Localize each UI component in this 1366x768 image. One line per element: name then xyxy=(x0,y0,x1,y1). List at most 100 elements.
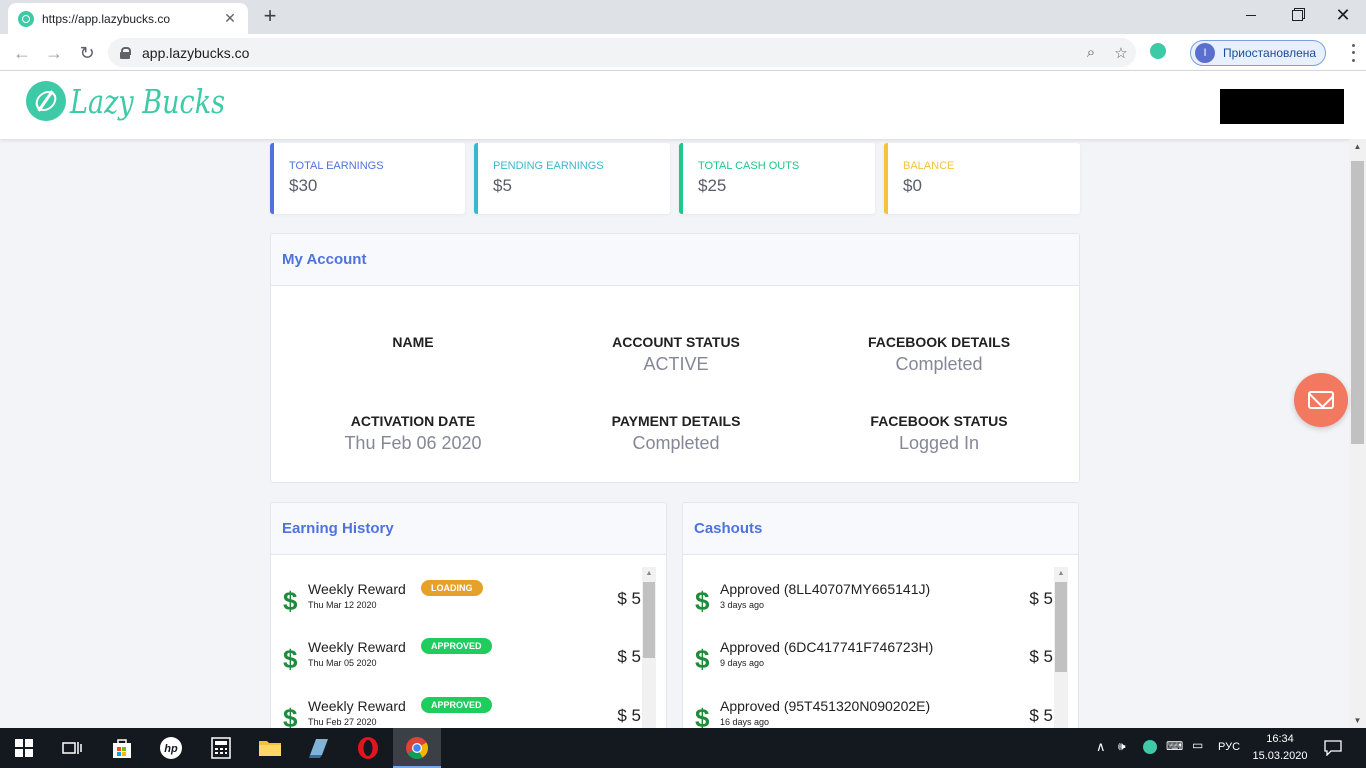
close-window-button[interactable]: ✕ xyxy=(1320,0,1366,30)
stat-value: $25 xyxy=(698,176,727,195)
item-amount: $ 5 xyxy=(1029,589,1053,608)
item-amount: $ 5 xyxy=(1029,706,1053,725)
item-date: Thu Mar 05 2020 xyxy=(308,658,377,668)
site-logo[interactable]: Lazy Bucks xyxy=(26,81,259,121)
stat-value: $0 xyxy=(903,176,922,195)
earning-history-list[interactable]: $ Weekly Reward LOADING Thu Mar 12 2020 … xyxy=(271,555,666,737)
field-value: Completed xyxy=(895,354,983,374)
list-item: $ Approved (6DC417741F746723H) 9 days ag… xyxy=(695,639,1055,679)
opera-icon[interactable] xyxy=(344,728,392,768)
account-field-status: ACCOUNT STATUS ACTIVE xyxy=(541,334,811,375)
account-details-grid: NAME ACCOUNT STATUS ACTIVE FACEBOOK DETA… xyxy=(271,286,1079,482)
input-method-icon[interactable]: ⌨ xyxy=(1166,739,1183,753)
stat-label: TOTAL CASH OUTS xyxy=(698,160,800,172)
book-app-icon[interactable] xyxy=(295,728,343,768)
lock-icon[interactable] xyxy=(120,46,131,59)
browser-menu-icon[interactable] xyxy=(1346,42,1360,64)
language-indicator[interactable]: РУС xyxy=(1218,741,1240,753)
scroll-up-icon[interactable]: ▲ xyxy=(1349,142,1366,151)
item-amount: $ 5 xyxy=(617,647,641,666)
cashouts-list[interactable]: $ Approved (8LL40707MY665141J) 3 days ag… xyxy=(683,555,1078,737)
account-field-facebook-status: FACEBOOK STATUS Logged In xyxy=(804,413,1074,454)
page-scrollbar[interactable]: ▲ ▼ xyxy=(1349,139,1366,728)
task-view-icon[interactable] xyxy=(48,728,96,768)
start-button[interactable] xyxy=(0,728,48,768)
item-title: Approved (6DC417741F746723H) xyxy=(720,639,934,655)
hp-icon[interactable]: hp xyxy=(147,728,195,768)
item-date: Thu Feb 27 2020 xyxy=(308,717,377,727)
panel-header: My Account xyxy=(271,234,1079,286)
profile-button[interactable]: I Приостановлена xyxy=(1190,40,1326,66)
store-icon[interactable] xyxy=(98,728,146,768)
scroll-down-icon[interactable]: ▼ xyxy=(1349,716,1366,725)
dollar-icon: $ xyxy=(283,644,298,674)
extension-icon[interactable] xyxy=(1150,43,1166,59)
panel-title: Cashouts xyxy=(694,520,763,537)
network-icon[interactable]: ▭ xyxy=(1192,738,1203,752)
new-tab-button[interactable]: + xyxy=(258,5,282,29)
field-label: ACCOUNT STATUS xyxy=(612,334,740,350)
chrome-icon[interactable] xyxy=(393,728,441,768)
site-header: Lazy Bucks xyxy=(0,71,1366,139)
earning-history-scrollbar[interactable]: ▲ xyxy=(642,567,656,737)
mail-icon xyxy=(1308,391,1334,409)
taskbar-clock[interactable]: 16:34 15.03.2020 xyxy=(1252,731,1308,765)
item-title: Weekly Reward xyxy=(308,581,406,597)
avatar: I xyxy=(1195,43,1215,63)
dollar-icon: $ xyxy=(695,644,710,674)
volume-icon[interactable]: 🕪 xyxy=(1118,739,1126,754)
profile-status-label: Приостановлена xyxy=(1223,46,1317,60)
scroll-thumb[interactable] xyxy=(643,582,655,658)
scroll-thumb[interactable] xyxy=(1055,582,1067,672)
address-bar[interactable]: app.lazybucks.co ⌕ ☆ xyxy=(108,38,1136,67)
contact-mail-button[interactable] xyxy=(1294,373,1348,427)
browser-tab[interactable]: https://app.lazybucks.co ✕ xyxy=(8,3,248,34)
item-amount: $ 5 xyxy=(617,706,641,725)
item-date: 16 days ago xyxy=(720,717,770,727)
account-field-activation-date: ACTIVATION DATE Thu Feb 06 2020 xyxy=(278,413,548,454)
forward-arrow-icon[interactable]: → xyxy=(41,40,67,66)
list-item: $ Weekly Reward APPROVED Thu Mar 05 2020… xyxy=(283,638,643,679)
scroll-up-icon[interactable]: ▲ xyxy=(642,567,656,581)
logo-text: Lazy Bucks xyxy=(70,81,226,121)
maximize-window-button[interactable] xyxy=(1274,0,1320,30)
stat-label: TOTAL EARNINGS xyxy=(289,160,384,172)
list-item: $ Approved (8LL40707MY665141J) 3 days ag… xyxy=(695,581,1055,621)
item-amount: $ 5 xyxy=(617,589,641,608)
scroll-up-icon[interactable]: ▲ xyxy=(1054,567,1068,581)
file-explorer-icon[interactable] xyxy=(246,728,294,768)
field-label: FACEBOOK DETAILS xyxy=(867,334,1011,350)
field-label: NAME xyxy=(392,334,434,350)
item-date: 9 days ago xyxy=(720,658,765,668)
lazy-bucks-logo-icon xyxy=(26,81,66,121)
status-badge: APPROVED xyxy=(421,697,492,713)
item-title: Approved (8LL40707MY665141J) xyxy=(720,581,931,597)
dollar-icon: $ xyxy=(283,586,298,616)
field-label: ACTIVATION DATE xyxy=(350,413,476,429)
cashouts-panel: Cashouts $ Approved (8LL40707MY665141J) … xyxy=(682,502,1079,742)
tray-app-icon[interactable] xyxy=(1143,740,1157,754)
close-tab-icon[interactable]: ✕ xyxy=(222,10,238,27)
tray-chevron-icon[interactable]: ∧ xyxy=(1096,739,1106,755)
field-label: PAYMENT DETAILS xyxy=(611,413,741,429)
redacted-user-block xyxy=(1220,89,1344,124)
back-arrow-icon[interactable]: ← xyxy=(9,40,35,66)
field-value: Completed xyxy=(632,433,720,453)
reload-icon[interactable]: ↻ xyxy=(74,40,100,66)
bookmark-star-icon[interactable]: ☆ xyxy=(1106,44,1136,62)
account-field-payment-details: PAYMENT DETAILS Completed xyxy=(541,413,811,454)
clock-date: 15.03.2020 xyxy=(1252,750,1308,762)
cashouts-scrollbar[interactable]: ▲ xyxy=(1054,567,1068,737)
panel-title: Earning History xyxy=(282,520,394,537)
notifications-icon[interactable] xyxy=(1310,728,1356,768)
minimize-window-button[interactable] xyxy=(1228,0,1274,30)
windows-taskbar: hp ∧ 🕪 ⌨ ▭ РУС 16:34 15.03.2020 xyxy=(0,728,1366,768)
field-label: FACEBOOK STATUS xyxy=(870,413,1008,429)
browser-tab-strip: https://app.lazybucks.co ✕ + ✕ xyxy=(0,0,1366,34)
page-scroll-thumb[interactable] xyxy=(1351,161,1364,444)
stat-card-balance: BALANCE $0 xyxy=(884,143,1080,214)
item-date: Thu Mar 12 2020 xyxy=(308,600,377,610)
url-text[interactable]: app.lazybucks.co xyxy=(142,45,1076,61)
calculator-icon[interactable] xyxy=(197,728,245,768)
zoom-icon[interactable]: ⌕ xyxy=(1076,44,1106,61)
